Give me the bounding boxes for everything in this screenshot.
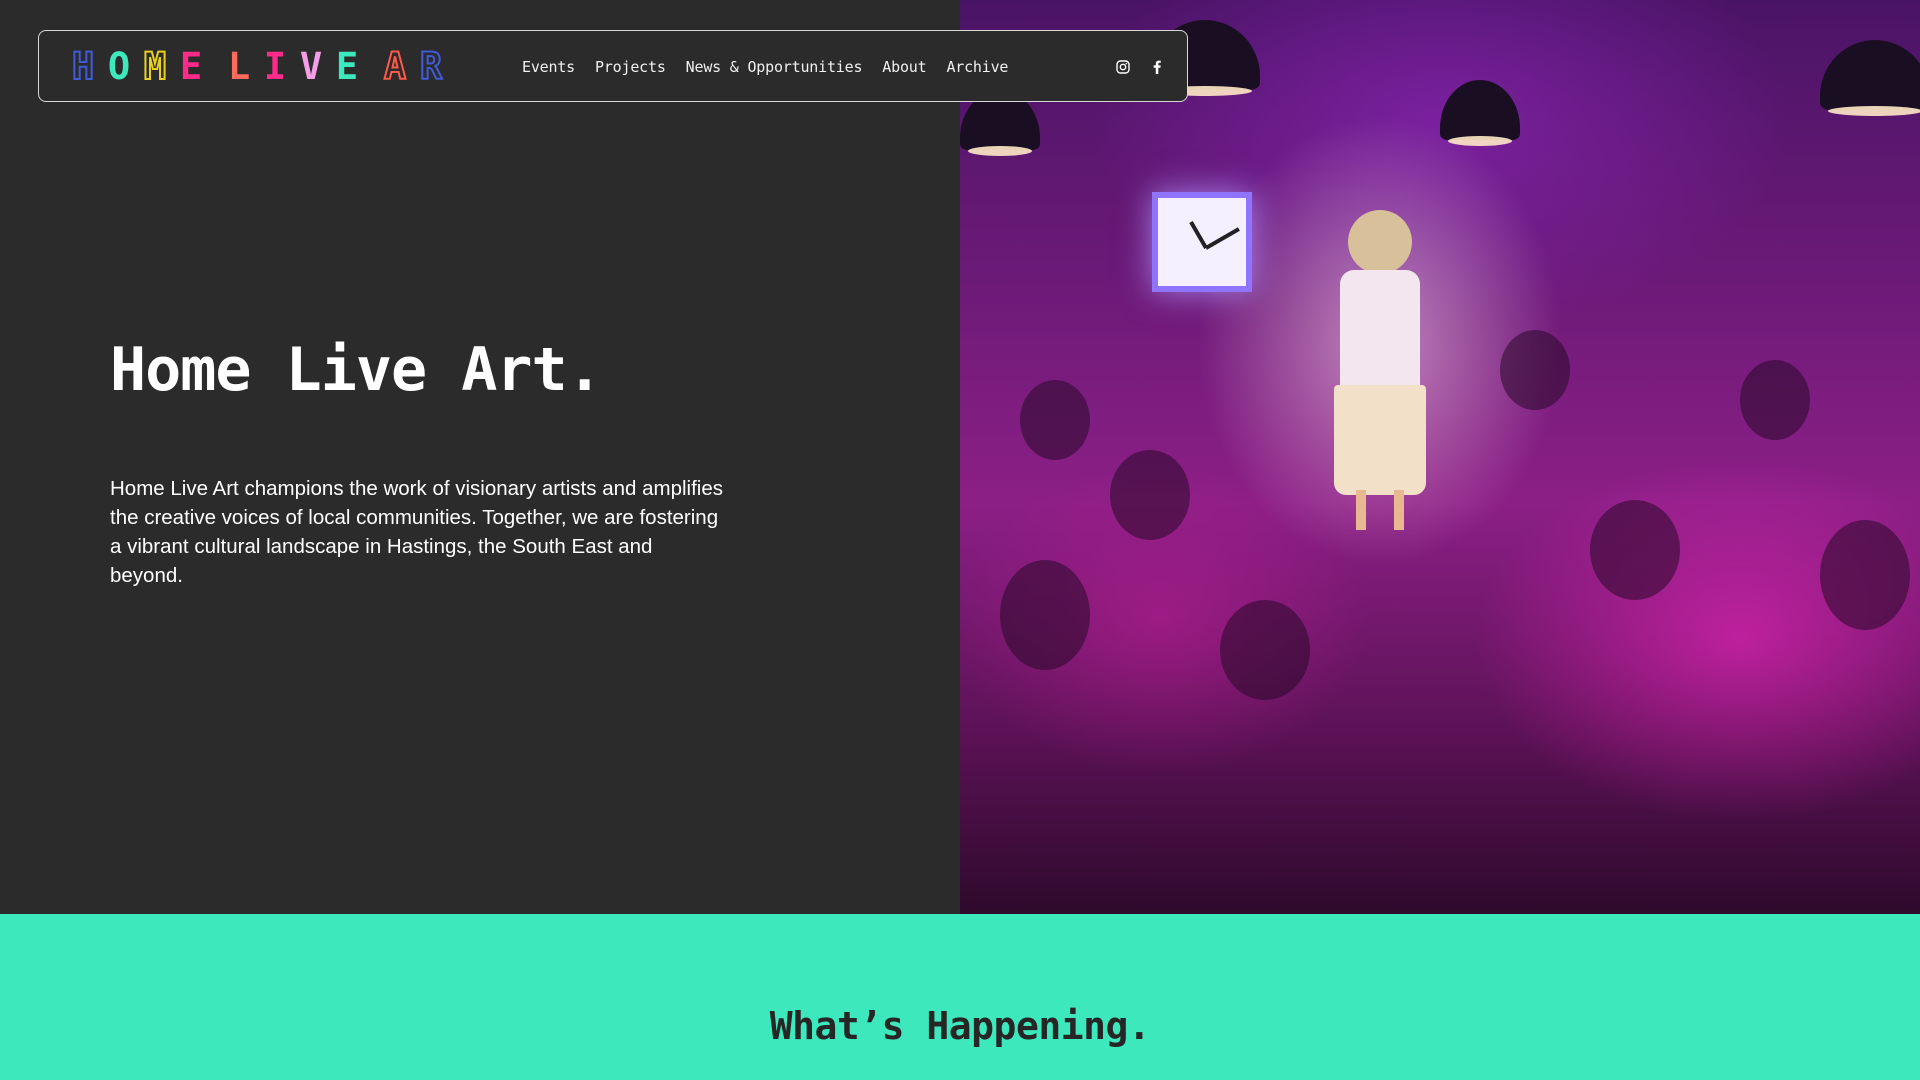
wall-clock [1152, 192, 1252, 292]
crowd [1820, 520, 1910, 630]
hero-text-panel: Home Live Art. Home Live Art champions t… [0, 0, 960, 914]
nav-link-about[interactable]: About [882, 58, 926, 76]
section-title: What’s Happening. [769, 1004, 1151, 1048]
main-navigation: Events Projects News & Opportunities Abo… [522, 31, 1008, 103]
site-logo[interactable]: HOMELIVEAR [65, 45, 449, 88]
crowd [1020, 380, 1090, 460]
crowd [1110, 450, 1190, 540]
logo-letter: O [107, 45, 131, 88]
nav-link-projects[interactable]: Projects [595, 58, 666, 76]
logo-letter: L [227, 45, 251, 88]
logo-letter: V [299, 45, 323, 88]
hero-photo [960, 0, 1920, 914]
ceiling-lamp [1820, 40, 1920, 116]
whats-happening-section: What’s Happening. [0, 914, 1920, 1080]
hero: Home Live Art. Home Live Art champions t… [0, 0, 1920, 914]
crowd [1500, 330, 1570, 410]
instagram-icon[interactable] [1115, 59, 1131, 75]
logo-letter: E [335, 45, 359, 88]
nav-link-news-opportunities[interactable]: News & Opportunities [686, 58, 863, 76]
nav-link-archive[interactable]: Archive [946, 58, 1008, 76]
site-header: HOMELIVEAR Events Projects News & Opport… [38, 30, 1188, 102]
logo-letter: I [263, 45, 287, 88]
performer-figure [1330, 210, 1430, 530]
logo-letter: E [179, 45, 203, 88]
logo-letter: M [143, 45, 167, 88]
crowd [1000, 560, 1090, 670]
logo-letter: R [419, 45, 443, 88]
ceiling-lamp [1440, 80, 1520, 146]
crowd [1590, 500, 1680, 600]
logo-letter: H [71, 45, 95, 88]
crowd [1220, 600, 1310, 700]
social-links [1115, 31, 1165, 103]
logo-letter: A [383, 45, 407, 88]
facebook-icon[interactable] [1149, 59, 1165, 75]
nav-link-events[interactable]: Events [522, 58, 575, 76]
crowd [1740, 360, 1810, 440]
hero-title: Home Live Art. [110, 335, 603, 405]
hero-description: Home Live Art champions the work of visi… [110, 477, 723, 587]
